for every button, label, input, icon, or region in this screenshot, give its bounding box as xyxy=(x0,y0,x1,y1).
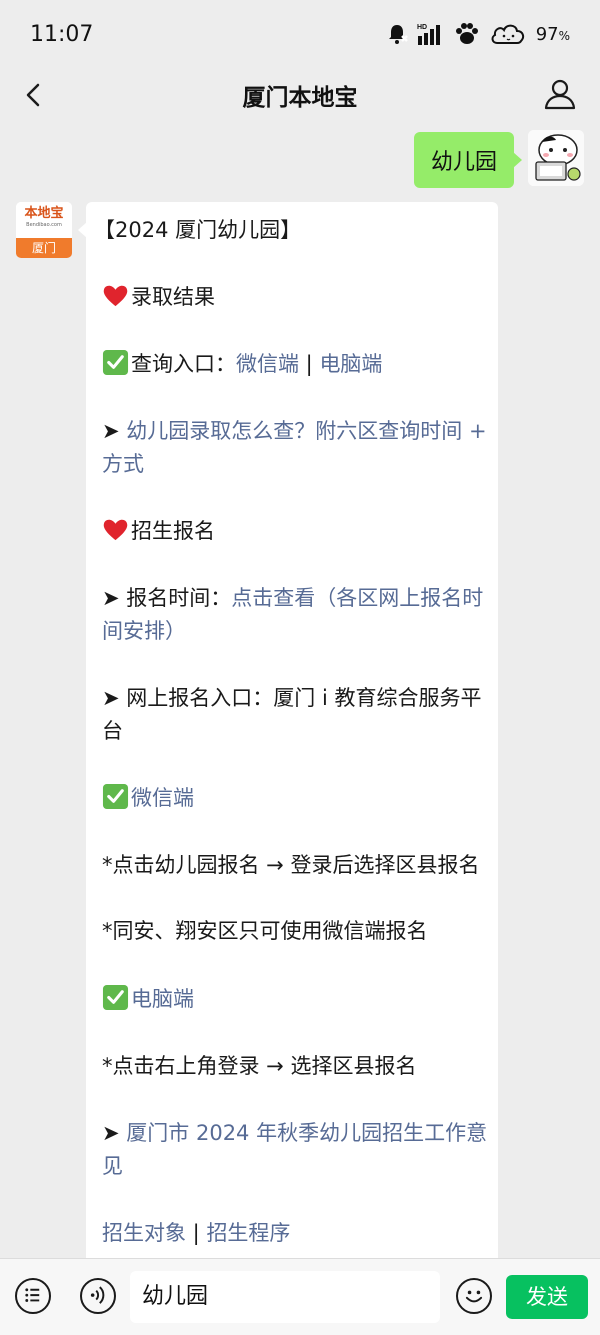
user-avatar[interactable] xyxy=(528,130,584,186)
battery-value: 97 xyxy=(535,23,559,45)
signup-time-label: 报名时间： xyxy=(126,586,232,610)
pc-heading-line: 电脑端 xyxy=(102,983,488,1016)
signup-time-link[interactable]: 点击查看 xyxy=(231,586,315,610)
arrow-icon: ➤ xyxy=(102,1121,120,1145)
message-input[interactable]: 幼儿园 xyxy=(130,1271,440,1323)
wechat-step-1: *点击幼儿园报名 → 登录后选择区县报名 xyxy=(102,853,480,877)
section-enrollment-title: 招生报名 xyxy=(131,519,215,543)
opinion-line: ➤ 厦门市 2024 年秋季幼儿园招生工作意见 xyxy=(102,1117,488,1183)
chat-area[interactable]: 幼儿园 本地宝 Bendibao.com 厦门 【2024 厦门幼儿园】 录取结… xyxy=(0,124,600,1258)
check-box-icon xyxy=(102,783,129,810)
voice-icon[interactable] xyxy=(80,1278,116,1314)
section-enrollment: 招生报名 xyxy=(102,515,488,548)
input-bar: 幼儿园 发送 xyxy=(0,1258,600,1335)
profile-icon[interactable] xyxy=(542,76,578,112)
bell-off-icon xyxy=(388,25,408,44)
cloud-battery-icon xyxy=(491,24,524,44)
check-box-icon xyxy=(102,984,129,1011)
query-pc-link[interactable]: 电脑端 xyxy=(319,352,382,376)
section-admission-result: 录取结果 xyxy=(102,281,488,314)
battery-level: 97% xyxy=(536,24,570,45)
bot-avatar-logo: 本地宝 Bendibao.com xyxy=(16,202,72,238)
bot-avatar-city: 厦门 xyxy=(16,238,72,258)
enroll-target-link[interactable]: 招生对象 xyxy=(102,1221,186,1245)
wechat-heading-line: 微信端 xyxy=(102,782,488,815)
battery-unit: % xyxy=(558,28,570,43)
check-method-link[interactable]: 幼儿园录取怎么查？附六区查询时间 + 方式 xyxy=(102,419,487,476)
pc-step-1: *点击右上角登录 → 选择区县报名 xyxy=(102,1054,417,1078)
query-wechat-link[interactable]: 微信端 xyxy=(236,352,299,376)
signup-paren-close: ） xyxy=(165,619,186,643)
paw-icon xyxy=(455,23,478,44)
signal-icon: HD xyxy=(417,24,440,45)
send-button[interactable]: 发送 xyxy=(506,1275,588,1319)
user-message-bubble[interactable]: 幼儿园 xyxy=(413,132,523,188)
bot-avatar-brand: 本地宝 xyxy=(24,206,64,221)
signup-paren-open: （ xyxy=(315,586,337,610)
arrow-icon: ➤ xyxy=(102,419,120,443)
emoji-icon[interactable] xyxy=(456,1278,492,1314)
arrow-icon: ➤ xyxy=(102,686,120,710)
bot-avatar-url: Bendibao.com xyxy=(26,222,62,228)
opinion-link[interactable]: 厦门市 2024 年秋季幼儿园招生工作意见 xyxy=(102,1121,487,1178)
heart-icon xyxy=(103,519,128,541)
network-label-text: HD xyxy=(417,24,427,31)
section-admission-title: 录取结果 xyxy=(131,285,215,309)
status-icons: HD 97% xyxy=(386,21,570,47)
heart-icon xyxy=(103,285,128,307)
online-entry-text: 网上报名入口：厦门 i 教育综合服务平台 xyxy=(102,686,482,743)
arrow-icon: ➤ xyxy=(102,586,120,610)
reply-heading: 【2024 厦门幼儿园】 xyxy=(94,218,302,242)
check-box-icon xyxy=(102,349,129,376)
online-entry-line: ➤ 网上报名入口：厦门 i 教育综合服务平台 xyxy=(102,682,488,748)
status-bar: 11:07 HD 97% xyxy=(0,0,600,66)
check-method-line: ➤ 幼儿园录取怎么查？附六区查询时间 + 方式 xyxy=(102,415,488,481)
bottom-links-line: 招生对象 | 招生程序 xyxy=(102,1217,488,1250)
bottom-separator: | xyxy=(186,1221,207,1245)
bot-reply-bubble[interactable]: 【2024 厦门幼儿园】 录取结果 查询入口：微信端 | 电脑端 ➤ 幼儿园录取… xyxy=(78,202,498,1258)
query-entry-line: 查询入口：微信端 | 电脑端 xyxy=(102,348,488,381)
enroll-procedure-link[interactable]: 招生程序 xyxy=(206,1221,290,1245)
pc-heading-link[interactable]: 电脑端 xyxy=(131,987,194,1011)
query-separator: | xyxy=(299,352,320,376)
query-label: 查询入口： xyxy=(131,352,236,376)
chat-title: 厦门本地宝 xyxy=(242,85,358,111)
wechat-step-2: *同安、翔安区只可使用微信端报名 xyxy=(102,919,428,943)
menu-list-icon[interactable] xyxy=(15,1278,51,1314)
bot-avatar[interactable]: 本地宝 Bendibao.com 厦门 xyxy=(16,202,72,258)
wechat-heading-link[interactable]: 微信端 xyxy=(131,786,194,810)
user-message: 幼儿园 xyxy=(413,130,584,188)
status-time: 11:07 xyxy=(30,22,94,47)
signup-time-line: ➤ 报名时间：点击查看（各区网上报名时间安排） xyxy=(102,582,488,648)
nav-bar: 厦门本地宝 xyxy=(0,66,600,124)
